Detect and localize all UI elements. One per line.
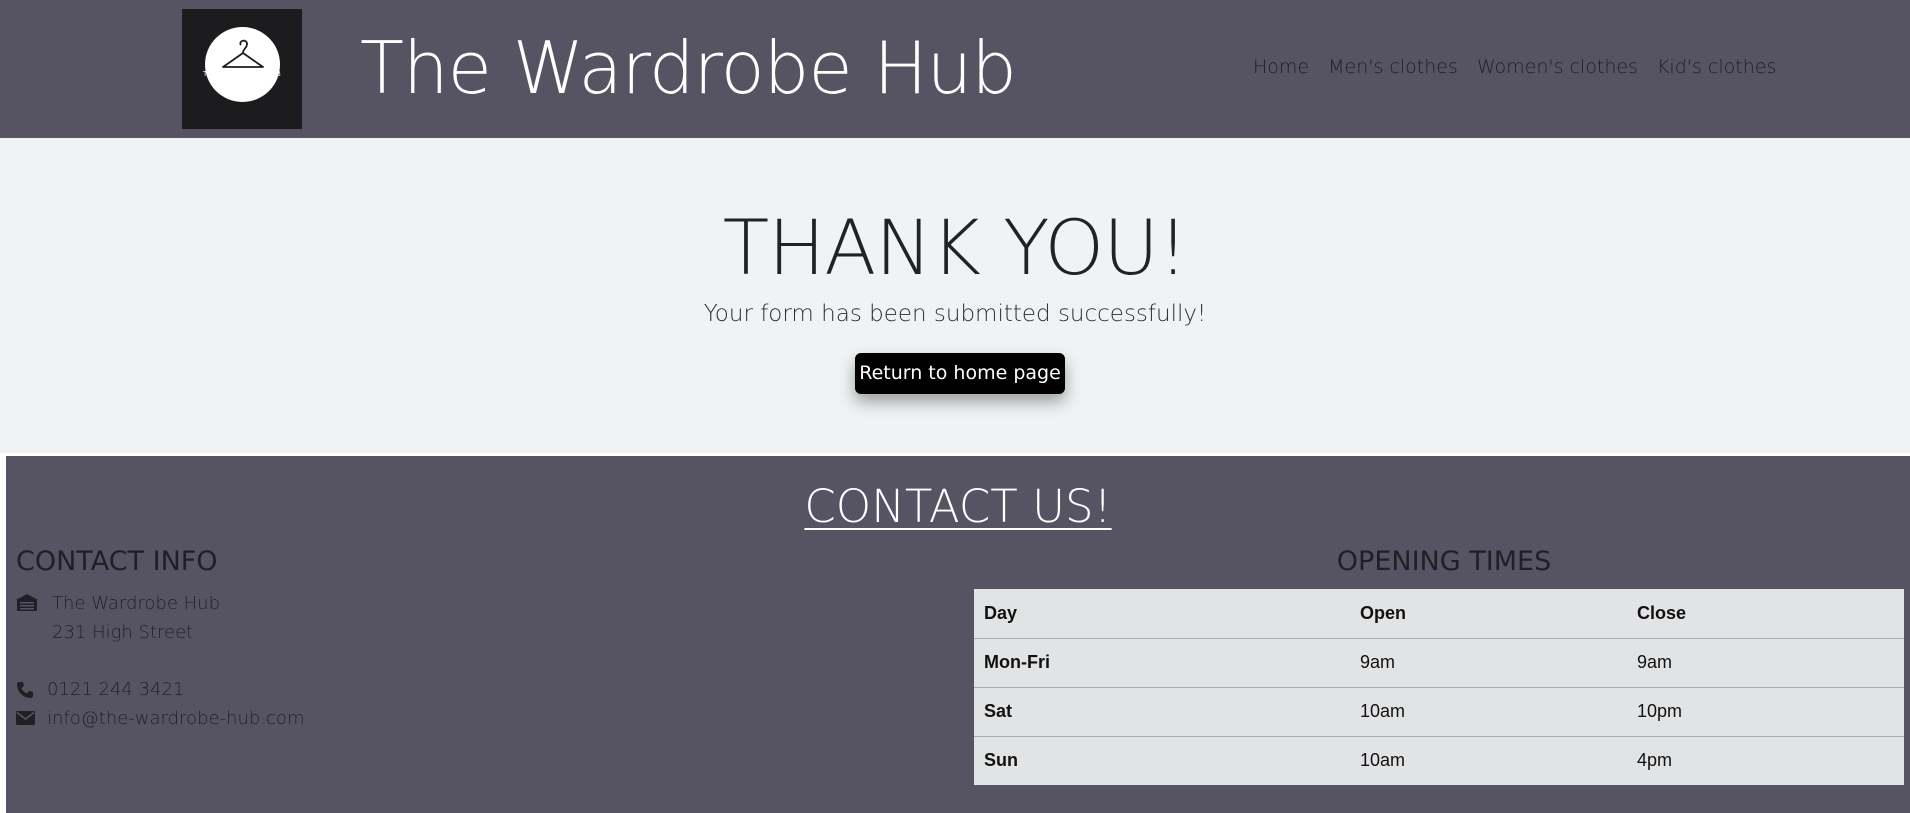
nav-mens-clothes[interactable]: Men's clothes <box>1328 56 1458 78</box>
nav-kids-clothes[interactable]: Kid's clothes <box>1657 56 1776 78</box>
column-header-open: Open <box>1350 589 1627 639</box>
nav-womens-clothes[interactable]: Women's clothes <box>1477 56 1638 78</box>
return-home-button[interactable]: Return to home page <box>855 353 1065 394</box>
column-header-day: Day <box>974 589 1350 639</box>
site-logo[interactable]: THE WARDROBE HUB <box>182 9 302 129</box>
success-message: Your form has been submitted successfull… <box>703 301 1207 327</box>
site-header: THE WARDROBE HUB The Wardrobe Hub Home M… <box>0 0 1910 138</box>
nav-home[interactable]: Home <box>1253 56 1309 78</box>
phone-icon <box>16 681 34 704</box>
cell-open: 10am <box>1350 687 1627 737</box>
table-header-row: Day Open Close <box>974 589 1904 639</box>
table-row: Sat 10am 10pm <box>974 687 1904 737</box>
contact-info-heading: CONTACT INFO <box>16 546 218 577</box>
thank-you-heading: THANK YOU! <box>722 203 1189 292</box>
thank-you-section: THANK YOU! Your form has been submitted … <box>0 138 1910 453</box>
column-header-close: Close <box>1627 589 1904 639</box>
envelope-icon <box>16 711 35 730</box>
main-nav: Home Men's clothes Women's clothes Kid's… <box>1253 56 1795 78</box>
cell-close: 4pm <box>1637 750 1673 771</box>
cell-day: Sat <box>974 687 1350 737</box>
site-title: The Wardrobe Hub <box>360 26 1017 110</box>
opening-times-table: Day Open Close Mon-Fri 9am 9am Sat 10am … <box>974 589 1904 785</box>
building-icon <box>16 594 38 617</box>
opening-times-heading: OPENING TIMES <box>1336 546 1552 577</box>
contact-section: CONTACT US! CONTACT INFO The Wardrobe Hu… <box>6 456 1910 813</box>
logo-text: THE WARDROBE HUB <box>203 70 281 78</box>
phone-number[interactable]: 0121 244 3421 <box>47 679 184 700</box>
table-row: Mon-Fri 9am 9am <box>974 638 1904 688</box>
contact-title: CONTACT US! <box>804 480 1112 533</box>
cell-day: Mon-Fri <box>974 638 1350 688</box>
address-line-2: 231 High Street <box>52 622 194 643</box>
cell-close: 10pm <box>1627 687 1904 737</box>
logo-disc <box>205 27 280 102</box>
email-address[interactable]: info@the-wardrobe-hub.com <box>47 708 304 729</box>
table-row: Sun 10am 4pm <box>974 736 1904 785</box>
hanger-icon <box>222 39 264 68</box>
cell-open: 10am <box>1360 750 1406 771</box>
cell-open: 9am <box>1350 638 1627 688</box>
cell-day: Sun <box>984 750 1018 771</box>
cell-close: 9am <box>1627 638 1904 688</box>
address-line-1: The Wardrobe Hub <box>52 593 220 614</box>
